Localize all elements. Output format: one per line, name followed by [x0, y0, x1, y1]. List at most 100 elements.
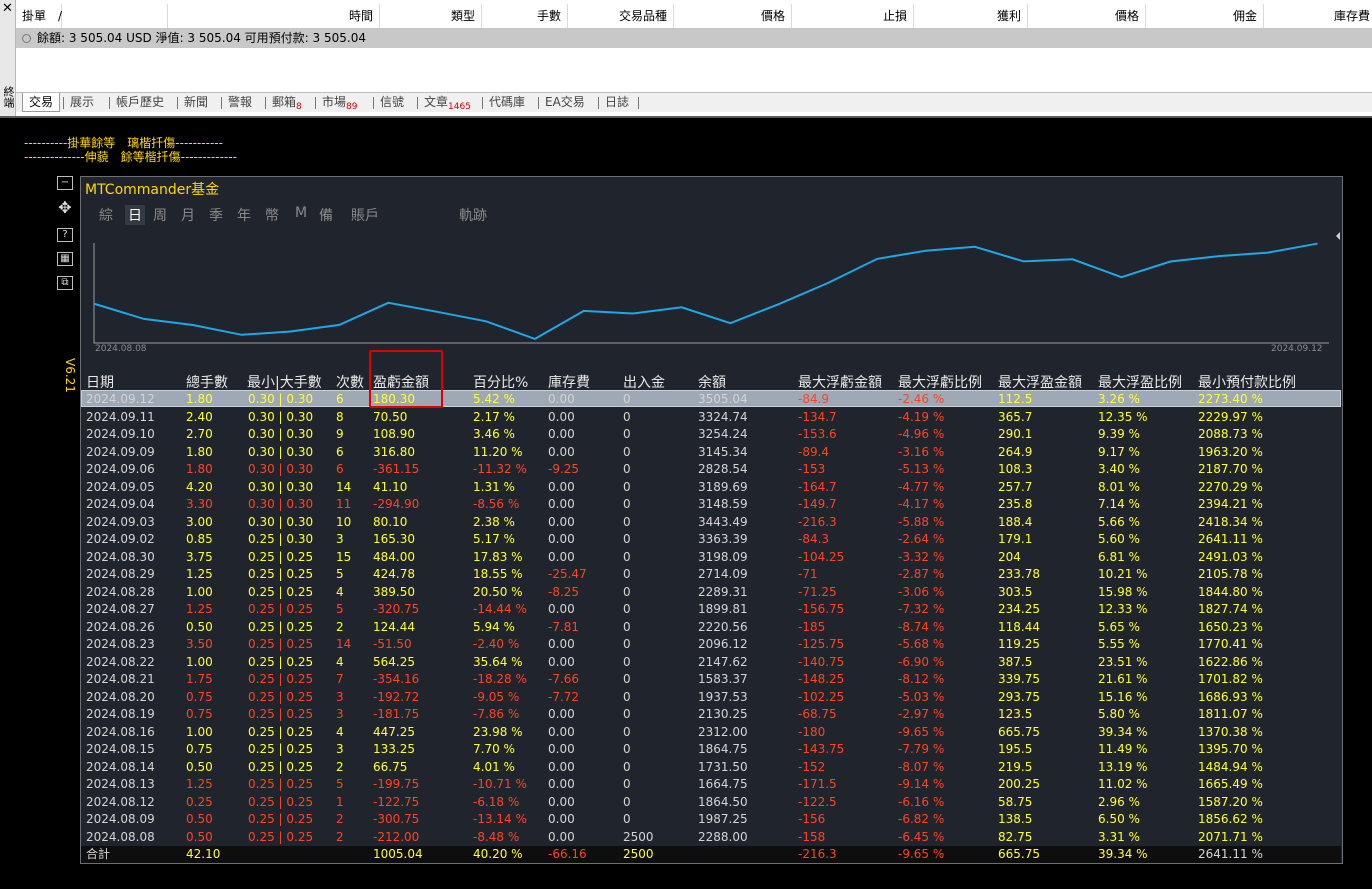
table-cell: 10: [336, 514, 352, 529]
table-header-cell[interactable]: 最大浮虧金額: [798, 372, 882, 392]
period-menu-item[interactable]: M: [295, 205, 307, 221]
table-cell: 2: [336, 812, 344, 826]
table-cell: -148.25: [798, 672, 845, 686]
help-icon[interactable]: ?: [57, 228, 73, 242]
table-header-cell[interactable]: 最大浮虧比例: [898, 372, 982, 392]
header-col[interactable]: 交易品種: [568, 4, 674, 28]
table-cell: 6: [336, 444, 344, 459]
tab-8[interactable]: 文章1465: [424, 93, 471, 112]
header-col[interactable]: 庫存費: [1264, 4, 1372, 28]
tab-10[interactable]: EA交易: [545, 93, 585, 112]
header-col[interactable]: 手數: [482, 4, 568, 28]
table-cell: -104.25: [798, 549, 845, 564]
table-cell: 1864.50: [698, 794, 748, 809]
tab-2[interactable]: 帳戶歷史: [116, 93, 164, 112]
header-col[interactable]: 佣金: [1146, 4, 1264, 28]
period-menu-item[interactable]: 月: [181, 205, 195, 225]
header-col[interactable]: 掛單: [22, 4, 62, 28]
tab-label: 文章: [424, 95, 449, 109]
header-col[interactable]: 類型: [380, 4, 482, 28]
period-menu-item[interactable]: 周: [153, 205, 167, 225]
tab-4[interactable]: 警報: [228, 93, 252, 112]
period-menu-item[interactable]: 季: [209, 205, 223, 225]
period-menu-item[interactable]: 日: [125, 205, 145, 225]
table-cell: 2024.08.21: [86, 672, 155, 686]
table-cell: 0.00: [548, 724, 575, 739]
tab-5[interactable]: 郵箱8: [272, 93, 302, 112]
close-icon[interactable]: ✕: [2, 2, 13, 15]
header-col[interactable]: 止損: [792, 4, 914, 28]
table-header-cell[interactable]: 總手數: [186, 372, 228, 392]
equity-point: [240, 334, 243, 336]
table-header-cell[interactable]: 百分比%: [473, 372, 528, 392]
period-menu-item[interactable]: 綜: [99, 205, 113, 225]
table-header-cell[interactable]: 庫存費: [548, 372, 590, 392]
period-menu-item[interactable]: 年: [237, 205, 251, 225]
table-cell: -158: [798, 829, 826, 844]
table-cell: -8.56 %: [473, 497, 520, 511]
table-header-cell[interactable]: 出入金: [623, 372, 665, 392]
table-cell: 2105.78 %: [1198, 567, 1263, 581]
table-header-cell[interactable]: 余額: [698, 372, 726, 392]
table-cell: 264.9: [998, 444, 1033, 459]
tab-1[interactable]: 展示: [70, 93, 94, 112]
tab-3[interactable]: 新聞: [184, 93, 208, 112]
table-cell: 2130.25: [698, 707, 748, 721]
table-header-cell[interactable]: 最大浮盈比例: [1098, 372, 1182, 392]
header-col[interactable]: 價格: [1028, 4, 1146, 28]
table-cell: 0.30 | 0.30: [248, 479, 314, 494]
tab-0[interactable]: 交易: [22, 93, 61, 112]
table-cell: 9.17 %: [1098, 444, 1140, 459]
table-cell: 3.75: [186, 549, 213, 564]
table-cell: 6.50 %: [1098, 812, 1140, 826]
table-cell: -216.3: [798, 514, 837, 529]
period-menu-item[interactable]: 賬戶: [351, 205, 379, 225]
scroll-marker-icon[interactable]: [1336, 232, 1340, 240]
table-cell: 0.25 | 0.25: [248, 812, 314, 826]
table-cell: 21.61 %: [1098, 672, 1148, 686]
tab-separator: [63, 97, 64, 109]
table-header-cell[interactable]: 最小預付款比例: [1198, 372, 1296, 392]
table-cell: 0.75: [186, 742, 213, 756]
table-cell: -6.45 %: [898, 829, 945, 844]
grid-icon[interactable]: ▦: [57, 252, 73, 266]
balance-row[interactable]: 餘額: 3 505.04 USD 淨值: 3 505.04 可用預付款: 3 5…: [16, 28, 1372, 48]
tab-9[interactable]: 代碼庫: [489, 93, 525, 112]
table-cell: 219.5: [998, 759, 1033, 774]
table-cell: 0.25 | 0.25: [248, 654, 314, 669]
move-icon[interactable]: ✥: [57, 200, 73, 216]
table-header-cell[interactable]: 最小|大手數: [247, 372, 322, 392]
table-cell: 0.25 | 0.25: [248, 777, 314, 791]
header-col[interactable]: 獲利: [914, 4, 1028, 28]
table-cell: 7.14 %: [1098, 497, 1140, 511]
period-menu-item[interactable]: 備: [319, 205, 333, 225]
table-cell: 0: [623, 549, 631, 564]
table-cell: 2024.08.20: [86, 689, 155, 704]
table-cell: 0.25 | 0.25: [248, 689, 314, 704]
table-cell: -5.68 %: [898, 637, 945, 651]
tab-7[interactable]: 信號: [380, 93, 404, 112]
table-header-cell[interactable]: 最大浮盈金額: [998, 372, 1082, 392]
restore-icon[interactable]: ⧉: [57, 276, 73, 290]
table-cell: -8.74 %: [898, 619, 945, 634]
tab-11[interactable]: 日誌: [605, 93, 629, 112]
equity-point: [94, 303, 96, 305]
minimize-icon[interactable]: −: [57, 176, 73, 190]
period-menu-item[interactable]: 軌跡: [459, 205, 487, 225]
header-col[interactable]: /: [58, 4, 168, 28]
header-col[interactable]: 時間: [168, 4, 380, 28]
terminal-tabs: 交易 展示 帳戶歷史 新聞 警報 郵箱8 市場89 信號 文章1465 代碼庫 EA交易 日誌: [16, 92, 1372, 112]
tab-6[interactable]: 市場89: [322, 93, 357, 112]
table-cell: 123.5: [998, 707, 1033, 721]
table-cell: 5.17 %: [473, 532, 515, 546]
equity-point: [778, 303, 781, 305]
period-menu-item[interactable]: 幣: [265, 205, 279, 225]
table-header-cell[interactable]: 日期: [86, 372, 114, 392]
table-cell: 2187.70 %: [1198, 462, 1263, 476]
table-cell: 564.25: [373, 654, 415, 669]
table-cell: 1686.93 %: [1198, 689, 1263, 704]
table-header-cell[interactable]: 次數: [336, 372, 364, 392]
table-cell: 257.7: [998, 479, 1033, 494]
header-col[interactable]: 價格: [674, 4, 792, 28]
table-cell: 0.00: [548, 497, 575, 511]
